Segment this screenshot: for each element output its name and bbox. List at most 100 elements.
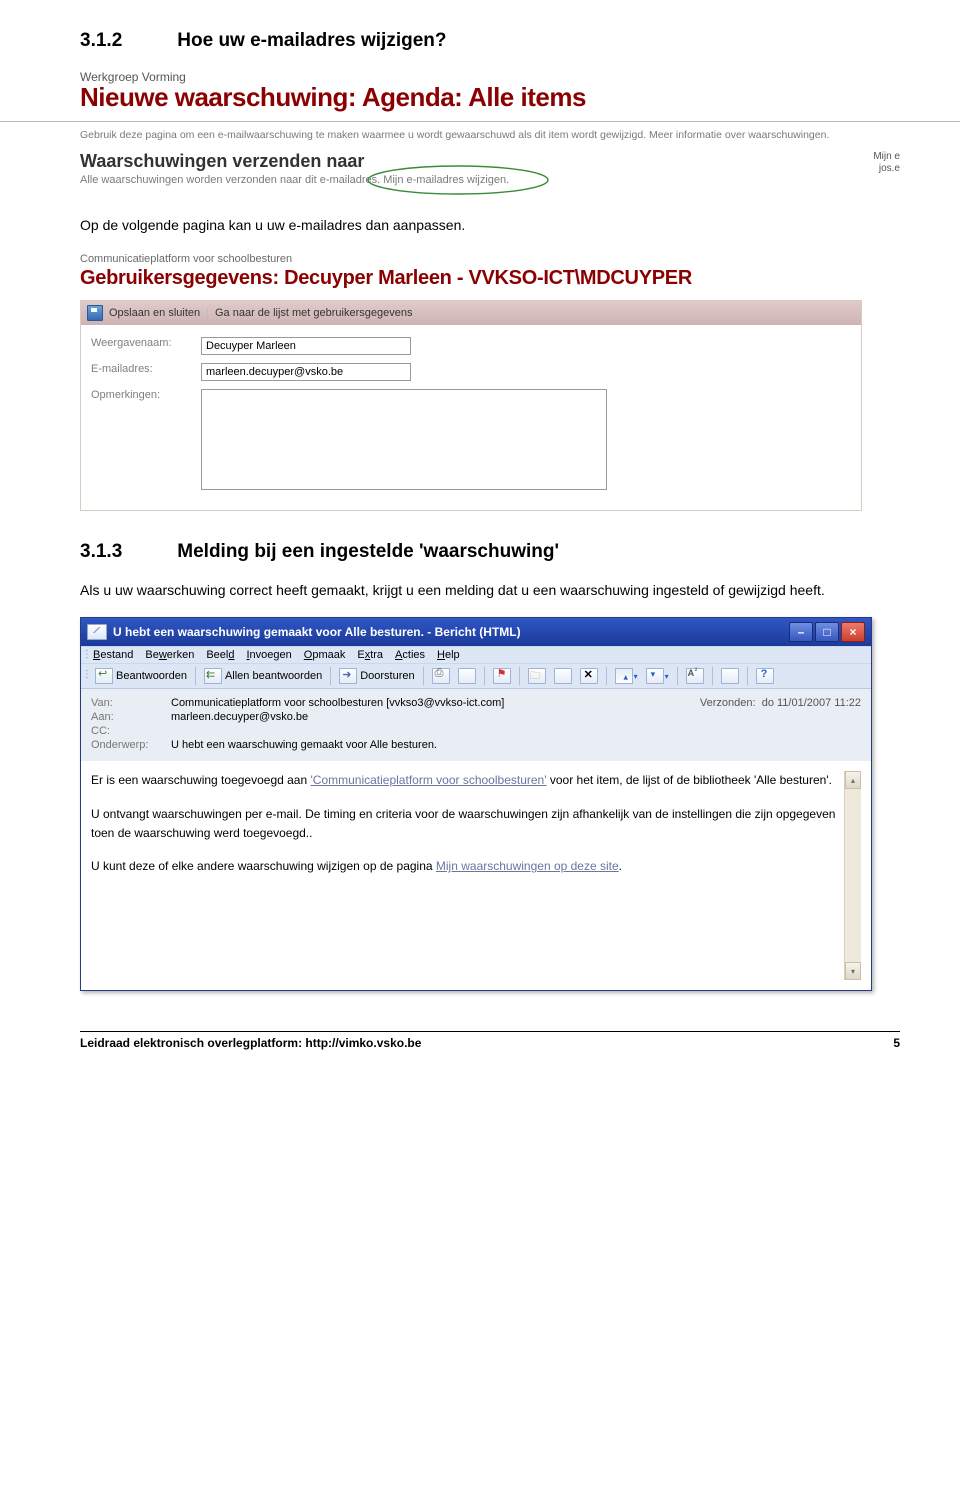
dropdown-caret-icon: ▾	[665, 672, 669, 681]
page-title: Gebruikersgegevens: Decuyper Marleen - V…	[80, 267, 900, 290]
section-subhead: Waarschuwingen verzenden naar	[80, 151, 873, 172]
change-email-link[interactable]: Mijn e-mailadres wijzigen.	[383, 174, 509, 186]
menu-bar: Bestand Bewerken Beeld Invoegen Opmaak E…	[81, 646, 871, 664]
reply-icon	[95, 668, 113, 684]
toolbar-button[interactable]	[719, 667, 741, 685]
menu-bewerken[interactable]: Bewerken	[145, 649, 194, 661]
body-text: voor het item, de lijst of de bibliothee…	[547, 773, 832, 787]
generic-icon	[458, 668, 476, 684]
menu-help[interactable]: Help	[437, 649, 460, 661]
heading-text: Hoe uw e-mailadres wijzigen?	[177, 30, 446, 52]
sent-value: do 11/01/2007 11:22	[762, 697, 861, 709]
subject-label: Onderwerp:	[91, 739, 171, 751]
toolbar-separator	[712, 667, 713, 685]
print-button[interactable]	[430, 667, 452, 685]
heading-text: Melding bij een ingestelde 'waarschuwing…	[177, 541, 559, 563]
send-to-text: Alle waarschuwingen worden verzonden naa…	[80, 174, 383, 186]
toolbar-separator	[677, 667, 678, 685]
font-size-icon	[686, 668, 704, 684]
menu-extra[interactable]: Extra	[357, 649, 383, 661]
menu-invoegen[interactable]: Invoegen	[246, 649, 291, 661]
screenshot-alert-page: Werkgroep Vorming Nieuwe waarschuwing: A…	[80, 70, 900, 186]
font-size-button[interactable]	[684, 667, 706, 685]
move-to-folder-button[interactable]	[526, 667, 548, 685]
save-close-button[interactable]: Opslaan en sluiten	[109, 307, 200, 319]
menu-acties[interactable]: Acties	[395, 649, 425, 661]
scroll-up-icon[interactable]: ▴	[845, 771, 861, 789]
site-breadcrumb: Communicatieplatform voor schoolbesturen	[80, 253, 900, 265]
sent-label: Verzonden:	[700, 697, 756, 709]
paragraph: Als u uw waarschuwing correct heeft gema…	[80, 581, 900, 600]
from-label: Van:	[91, 697, 171, 709]
toolbar-separator: |	[206, 307, 209, 319]
right-text-2: jos.e	[873, 163, 900, 175]
toolbar-separator	[195, 667, 196, 685]
toolbar-separator	[606, 667, 607, 685]
toolbar-button[interactable]	[552, 667, 574, 685]
window-titlebar: U hebt een waarschuwing gemaakt voor All…	[81, 618, 871, 646]
toolbar-button[interactable]	[456, 667, 478, 685]
body-text: U kunt deze of elke andere waarschuwing …	[91, 859, 436, 873]
displayname-input[interactable]	[201, 337, 411, 355]
scroll-down-icon[interactable]: ▾	[845, 962, 861, 980]
body-link-my-alerts[interactable]: Mijn waarschuwingen op deze site	[436, 859, 619, 873]
heading-312: 3.1.2 Hoe uw e-mailadres wijzigen?	[80, 30, 900, 52]
reply-button[interactable]: Beantwoorden	[93, 667, 189, 685]
scrollbar[interactable]: ▴ ▾	[844, 771, 861, 980]
paragraph: Op de volgende pagina kan u uw e-mailadr…	[80, 216, 900, 235]
to-label: Aan:	[91, 711, 171, 723]
cc-label: CC:	[91, 725, 171, 737]
footer-text: Leidraad elektronisch overlegplatform: h…	[80, 1036, 421, 1050]
window-title: U hebt een waarschuwing gemaakt voor All…	[113, 625, 521, 639]
maximize-button[interactable]: □	[815, 622, 839, 642]
close-button[interactable]: ×	[841, 622, 865, 642]
prev-item-button[interactable]: ▾	[613, 667, 640, 685]
page-title: Nieuwe waarschuwing: Agenda: Alle items	[80, 82, 900, 113]
body-text: U ontvangt waarschuwingen per e-mail. De…	[91, 805, 844, 843]
dropdown-caret-icon: ▾	[634, 672, 638, 681]
chevron-up-icon	[615, 668, 633, 684]
chevron-down-icon	[646, 668, 664, 684]
delete-button[interactable]	[578, 667, 600, 685]
toolbar-separator	[330, 667, 331, 685]
heading-number: 3.1.3	[80, 541, 122, 563]
toolbar-separator	[423, 667, 424, 685]
minimize-button[interactable]: –	[789, 622, 813, 642]
body-text: Er is een waarschuwing toegevoegd aan	[91, 773, 310, 787]
print-icon	[432, 668, 450, 684]
menu-beeld[interactable]: Beeld	[206, 649, 234, 661]
reply-all-icon	[204, 668, 222, 684]
page-number: 5	[893, 1036, 900, 1050]
message-body: Er is een waarschuwing toegevoegd aan 'C…	[91, 771, 844, 980]
label-notes: Opmerkingen:	[91, 389, 201, 401]
menu-bestand[interactable]: Bestand	[93, 649, 133, 661]
help-icon	[756, 668, 774, 684]
save-icon	[87, 305, 103, 321]
to-value: marleen.decuyper@vsko.be	[171, 711, 861, 723]
body-text: .	[619, 859, 622, 873]
form-toolbar: Opslaan en sluiten | Ga naar de lijst me…	[81, 301, 861, 325]
reply-all-button[interactable]: Allen beantwoorden	[202, 667, 324, 685]
help-button[interactable]	[754, 667, 776, 685]
next-item-button[interactable]: ▾	[644, 667, 671, 685]
flag-icon	[493, 668, 511, 684]
label-displayname: Weergavenaam:	[91, 337, 201, 349]
from-value: Communicatieplatform voor schoolbesturen…	[171, 697, 700, 709]
right-text-1: Mijn e	[873, 151, 900, 163]
generic-icon	[554, 668, 572, 684]
menu-opmaak[interactable]: Opmaak	[304, 649, 346, 661]
notes-textarea[interactable]	[201, 389, 607, 490]
email-input[interactable]	[201, 363, 411, 381]
message-body-area: Er is een waarschuwing toegevoegd aan 'C…	[81, 761, 871, 990]
divider	[0, 121, 960, 122]
folder-icon	[528, 668, 546, 684]
toolbar-separator	[747, 667, 748, 685]
forward-button[interactable]: Doorsturen	[337, 667, 416, 685]
goto-list-button[interactable]: Ga naar de lijst met gebruikersgegevens	[215, 307, 413, 319]
label-email: E-mailadres:	[91, 363, 201, 375]
flag-button[interactable]	[491, 667, 513, 685]
page-footer: Leidraad elektronisch overlegplatform: h…	[80, 1031, 900, 1050]
forward-icon	[339, 668, 357, 684]
right-cutoff-text: Mijn e jos.e	[873, 151, 900, 175]
body-link-platform[interactable]: 'Communicatieplatform voor schoolbesture…	[310, 773, 546, 787]
